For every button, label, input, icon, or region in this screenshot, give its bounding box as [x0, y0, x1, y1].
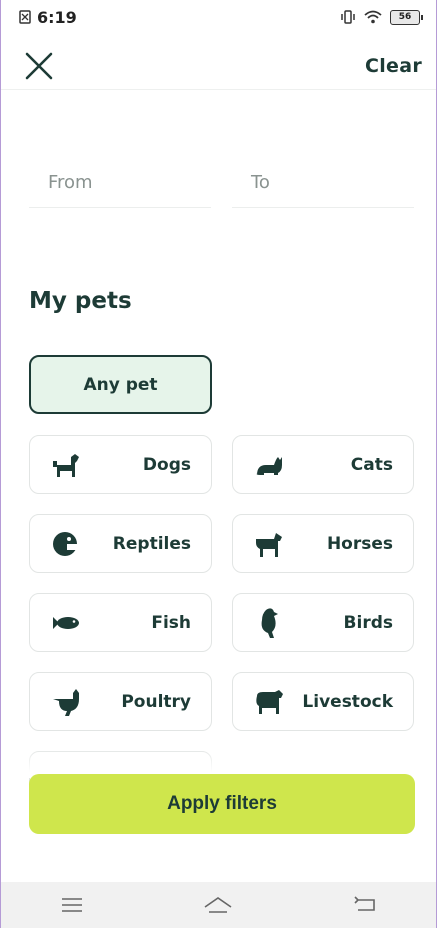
pet-label: Horses: [326, 533, 393, 554]
pet-label: Dogs: [142, 454, 191, 475]
any-pet-option[interactable]: Any pet: [29, 355, 212, 414]
from-date-field[interactable]: From: [29, 164, 211, 208]
livestock-icon: [253, 686, 285, 718]
pet-label: Birds: [343, 612, 393, 633]
pet-option-reptiles[interactable]: Reptiles: [29, 514, 212, 573]
section-title: My pets: [29, 288, 132, 314]
from-placeholder: From: [48, 172, 93, 193]
to-date-field[interactable]: To: [232, 164, 414, 208]
battery-level: 56: [398, 12, 412, 22]
status-right: 56: [340, 9, 423, 25]
cat-icon: [253, 449, 285, 481]
pet-label: Reptiles: [112, 533, 191, 554]
status-time: 6:19: [37, 7, 77, 27]
pet-label: Livestock: [302, 691, 393, 712]
poultry-icon: [50, 686, 82, 718]
system-nav-bar: [1, 882, 436, 928]
to-placeholder: To: [251, 172, 270, 193]
pet-option-horses[interactable]: Horses: [232, 514, 414, 573]
menu-icon[interactable]: [61, 897, 83, 913]
close-icon[interactable]: [23, 50, 55, 82]
any-pet-label: Any pet: [83, 374, 158, 395]
pet-label: Fish: [151, 612, 191, 633]
reptile-icon: [50, 528, 82, 560]
pet-option-birds[interactable]: Birds: [232, 593, 414, 652]
back-icon[interactable]: [354, 896, 376, 914]
wifi-icon: [364, 10, 382, 24]
clear-button[interactable]: Clear: [365, 55, 422, 77]
pet-option-cats[interactable]: Cats: [232, 435, 414, 494]
status-left: 6:19: [19, 8, 77, 27]
pet-option-fish[interactable]: Fish: [29, 593, 212, 652]
pet-option-poultry[interactable]: Poultry: [29, 672, 212, 731]
battery-indicator: 56: [390, 9, 423, 25]
notification-icon: [19, 10, 31, 24]
apply-filters-button[interactable]: Apply filters: [29, 774, 415, 834]
pet-option-livestock[interactable]: Livestock: [232, 672, 414, 731]
bird-icon: [253, 607, 285, 639]
pet-label: Poultry: [121, 691, 191, 712]
home-icon[interactable]: [203, 895, 233, 915]
dog-icon: [50, 449, 82, 481]
pet-option-dogs[interactable]: Dogs: [29, 435, 212, 494]
horse-icon: [253, 528, 285, 560]
status-bar: 6:19 56: [1, 0, 436, 34]
vibrate-icon: [341, 10, 355, 24]
pet-label: Cats: [350, 454, 393, 475]
fish-icon: [50, 607, 82, 639]
filter-header: Clear: [1, 42, 436, 90]
